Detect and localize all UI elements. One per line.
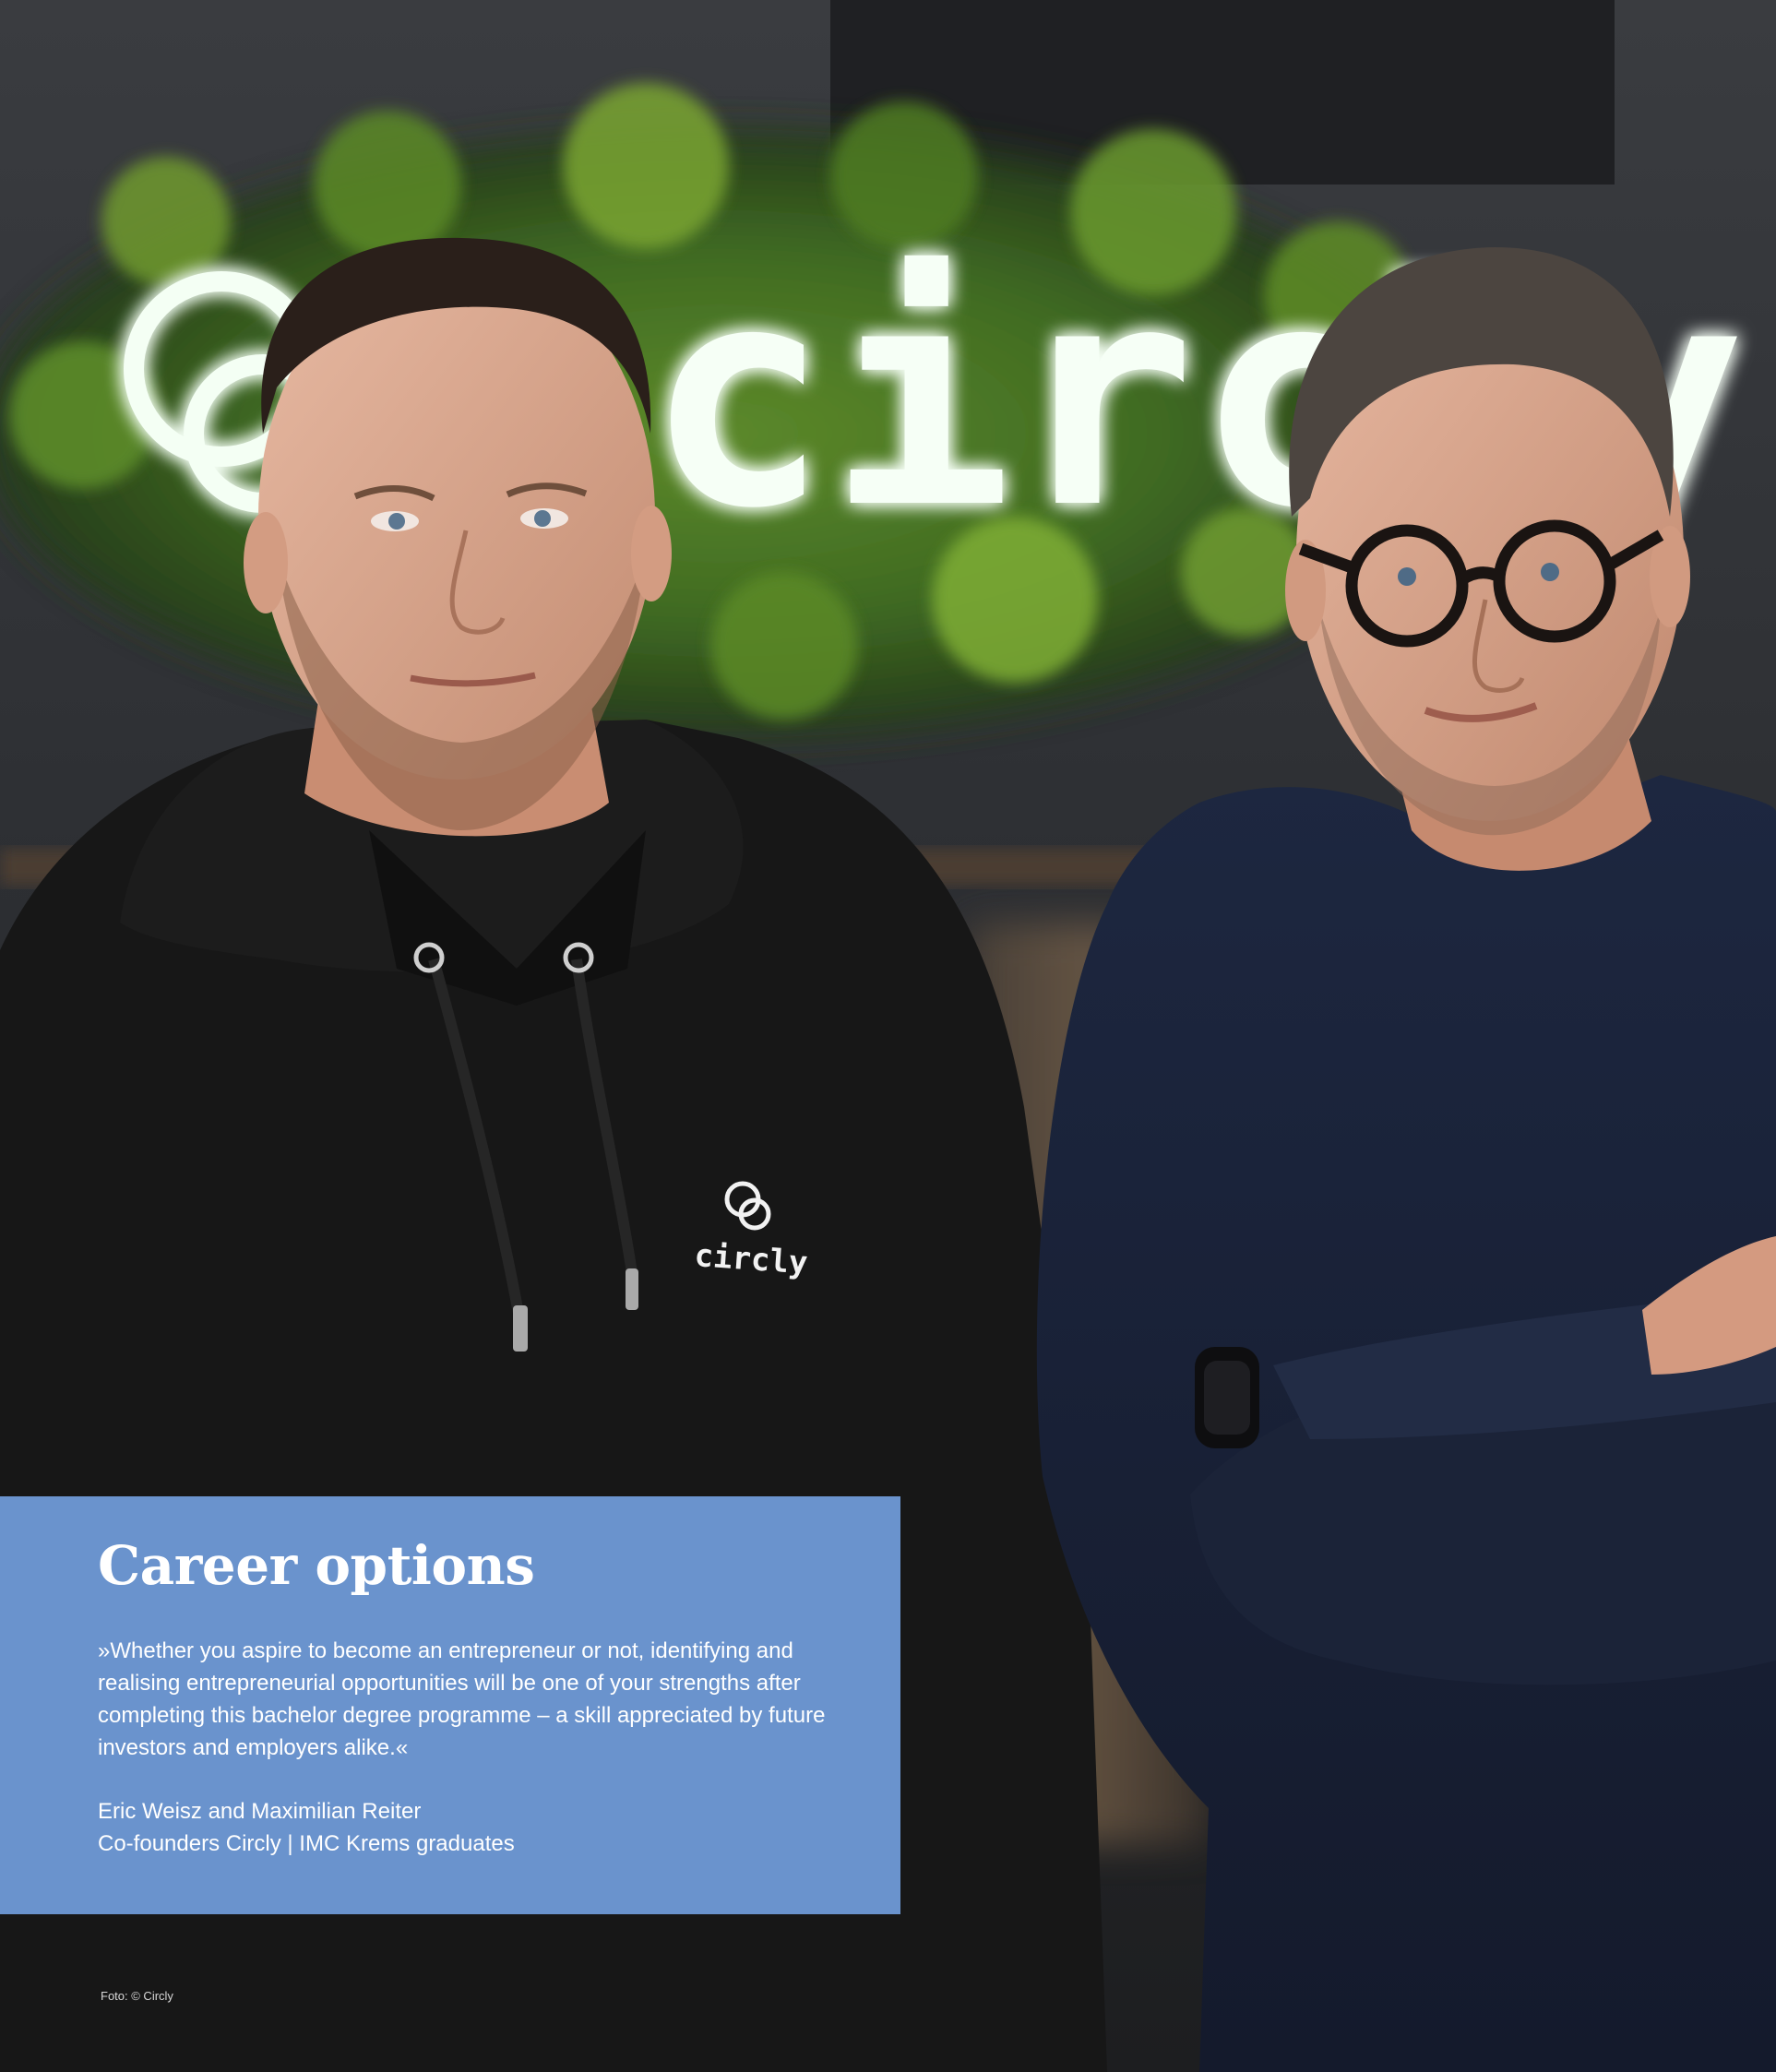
- hoodie-logo-text: circly: [693, 1237, 808, 1281]
- author-roles: Co-founders Circly | IMC Krems graduates: [98, 1830, 515, 1856]
- author-names: Eric Weisz and Maximilian Reiter: [98, 1798, 422, 1824]
- testimonial-quote: »Whether you aspire to become an entrepr…: [98, 1637, 826, 1760]
- photo-credit: Foto: © Circly: [101, 1989, 173, 2003]
- box-title: Career options: [98, 1534, 535, 1597]
- testimonial-author: Eric Weisz and Maximilian Reiter Co-foun…: [98, 1795, 845, 1860]
- career-options-box: Career options »Whether you aspire to be…: [0, 1496, 900, 1914]
